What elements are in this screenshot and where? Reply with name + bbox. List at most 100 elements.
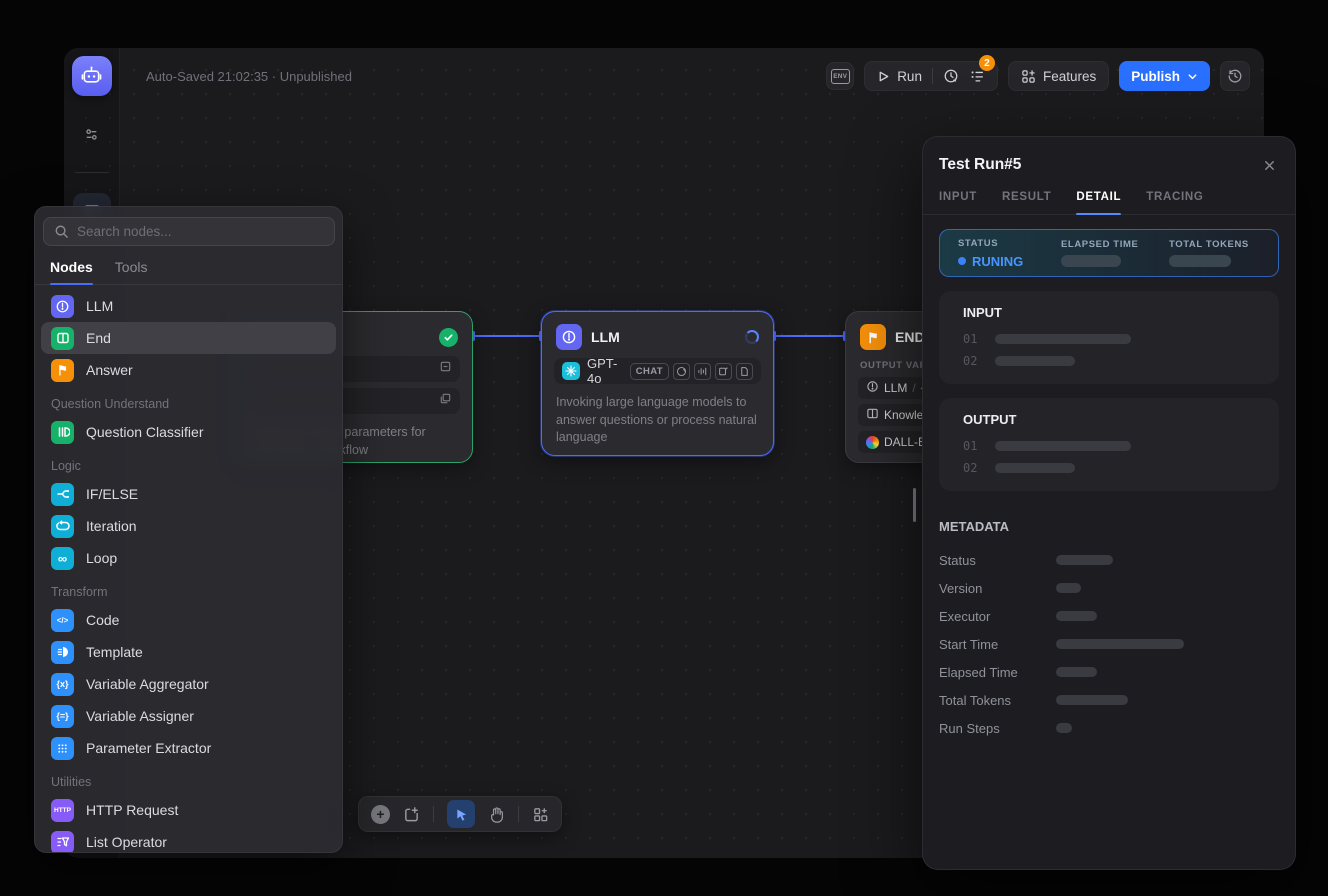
panel-tabs: Nodes Tools — [35, 246, 342, 285]
history-icon — [1227, 68, 1243, 84]
separator: / — [912, 381, 915, 395]
tab-tools[interactable]: Tools — [115, 259, 148, 284]
llm-node-description: Invoking large language models to answer… — [542, 390, 773, 459]
line-number: 01 — [963, 332, 981, 346]
tab-input[interactable]: INPUT — [939, 191, 977, 214]
canvas-toolbar: + — [358, 796, 562, 832]
run-button[interactable]: Run — [877, 69, 922, 84]
close-icon[interactable] — [1259, 155, 1279, 175]
node-item-llm[interactable]: LLM — [35, 290, 342, 322]
http-request-icon: HTTP — [51, 799, 74, 822]
env-icon: ENV — [831, 69, 850, 84]
model-name: GPT-4o — [587, 356, 623, 386]
node-item-variable-assigner[interactable]: {=} Variable Assigner — [35, 700, 342, 732]
metadata-row-elapsed-time: Elapsed Time — [923, 658, 1295, 686]
tab-detail[interactable]: DETAIL — [1076, 191, 1121, 214]
short-text-icon — [439, 360, 452, 378]
elapsed-time-label: ELAPSED TIME — [1061, 239, 1169, 250]
node-item-loop[interactable]: ∞ Loop — [35, 542, 342, 574]
node-item-end[interactable]: End — [41, 322, 336, 354]
metadata-row-total-tokens: Total Tokens — [923, 686, 1295, 714]
publish-button[interactable]: Publish — [1119, 61, 1210, 91]
checklist-button[interactable]: 2 — [969, 68, 985, 84]
metadata-label: Run Steps — [939, 721, 1032, 736]
end-node-title: END — [895, 329, 925, 345]
features-label: Features — [1043, 69, 1096, 84]
search-input[interactable]: Search nodes... — [43, 217, 335, 246]
app-robot-icon[interactable] — [72, 56, 112, 96]
metadata-row-version: Version — [923, 574, 1295, 602]
node-item-variable-aggregator[interactable]: {x} Variable Aggregator — [35, 668, 342, 700]
node-item-label: LLM — [86, 298, 113, 314]
node-item-http-request[interactable]: HTTP HTTP Request — [35, 794, 342, 826]
node-item-label: Parameter Extractor — [86, 740, 211, 756]
iteration-icon — [51, 515, 74, 538]
features-button[interactable]: Features — [1008, 61, 1109, 91]
skeleton-bar — [995, 356, 1075, 366]
audio-capability-icon — [694, 363, 711, 380]
skeleton-bar — [995, 334, 1131, 344]
gpt4o-model-icon — [562, 362, 580, 380]
skeleton-bar — [1056, 667, 1097, 677]
node-item-code[interactable]: </> Code — [35, 604, 342, 636]
search-icon — [54, 224, 69, 239]
node-item-label: IF/ELSE — [86, 486, 138, 502]
metadata-row-executor: Executor — [923, 602, 1295, 630]
status-label: STATUS — [958, 238, 1061, 249]
skeleton-bar — [1056, 555, 1113, 565]
skeleton-bar — [1056, 611, 1097, 621]
add-node-button[interactable]: + — [371, 805, 390, 824]
node-item-label: List Operator — [86, 834, 167, 850]
output-title: OUTPUT — [963, 412, 1255, 427]
toolbar-divider — [433, 806, 434, 822]
success-check-icon — [439, 328, 458, 347]
status-card: STATUS RUNING ELAPSED TIME TOTAL TOKENS — [939, 229, 1279, 277]
hand-mode-button[interactable] — [488, 806, 505, 823]
node-item-label: Answer — [86, 362, 133, 378]
node-list: LLM End Answer Question Understand Quest… — [35, 285, 342, 853]
pointer-mode-button[interactable] — [447, 800, 475, 828]
node-item-label: Variable Aggregator — [86, 676, 209, 692]
tab-tracing[interactable]: TRACING — [1146, 191, 1203, 214]
model-selector-row[interactable]: GPT-4o CHAT — [554, 358, 761, 384]
skeleton-bar — [1056, 695, 1128, 705]
node-item-parameter-extractor[interactable]: Parameter Extractor — [35, 732, 342, 764]
add-note-button[interactable] — [403, 806, 420, 823]
node-item-label: Loop — [86, 550, 117, 566]
tab-result[interactable]: RESULT — [1002, 191, 1051, 214]
variable-assigner-icon: {=} — [51, 705, 74, 728]
output-card: OUTPUT 01 02 — [939, 398, 1279, 491]
test-run-panel: Test Run#5 INPUT RESULT DETAIL TRACING S… — [922, 136, 1296, 870]
llm-node[interactable]: LLM GPT-4o CHAT — [541, 311, 774, 456]
code-icon: </> — [51, 609, 74, 632]
variable-aggregator-icon: {x} — [51, 673, 74, 696]
llm-icon — [556, 324, 582, 350]
plus-icon: + — [376, 807, 384, 821]
section-logic: Logic — [35, 448, 342, 478]
metadata-label: Total Tokens — [939, 693, 1032, 708]
node-item-list-operator[interactable]: List Operator — [35, 826, 342, 853]
canvas-scrollbar[interactable] — [913, 488, 916, 522]
metadata-row-start-time: Start Time — [923, 630, 1295, 658]
node-item-template[interactable]: Template — [35, 636, 342, 668]
node-search-panel: Search nodes... Nodes Tools LLM End Answ… — [34, 206, 343, 853]
skeleton-bar — [995, 463, 1075, 473]
question-classifier-icon — [51, 421, 74, 444]
preferences-sliders-icon[interactable] — [76, 118, 108, 150]
metadata-title: METADATA — [923, 491, 1295, 534]
node-item-if-else[interactable]: IF/ELSE — [35, 478, 342, 510]
tab-nodes[interactable]: Nodes — [50, 259, 93, 284]
run-history-button[interactable] — [943, 68, 959, 84]
node-item-answer[interactable]: Answer — [35, 354, 342, 386]
variable-source: DALL-E — [884, 435, 926, 449]
version-history-button[interactable] — [1220, 61, 1250, 91]
autosave-status: Auto-Saved 21:02:35 · Unpublished — [146, 69, 352, 84]
run-panel-tabs: INPUT RESULT DETAIL TRACING — [923, 175, 1295, 215]
edge-start-to-llm[interactable] — [473, 335, 541, 337]
edge-llm-to-end[interactable] — [774, 335, 845, 337]
organize-blocks-button[interactable] — [532, 806, 549, 823]
node-item-question-classifier[interactable]: Question Classifier — [35, 416, 342, 448]
env-variables-button[interactable]: ENV — [826, 62, 854, 90]
node-item-iteration[interactable]: Iteration — [35, 510, 342, 542]
skeleton-bar — [1056, 639, 1184, 649]
